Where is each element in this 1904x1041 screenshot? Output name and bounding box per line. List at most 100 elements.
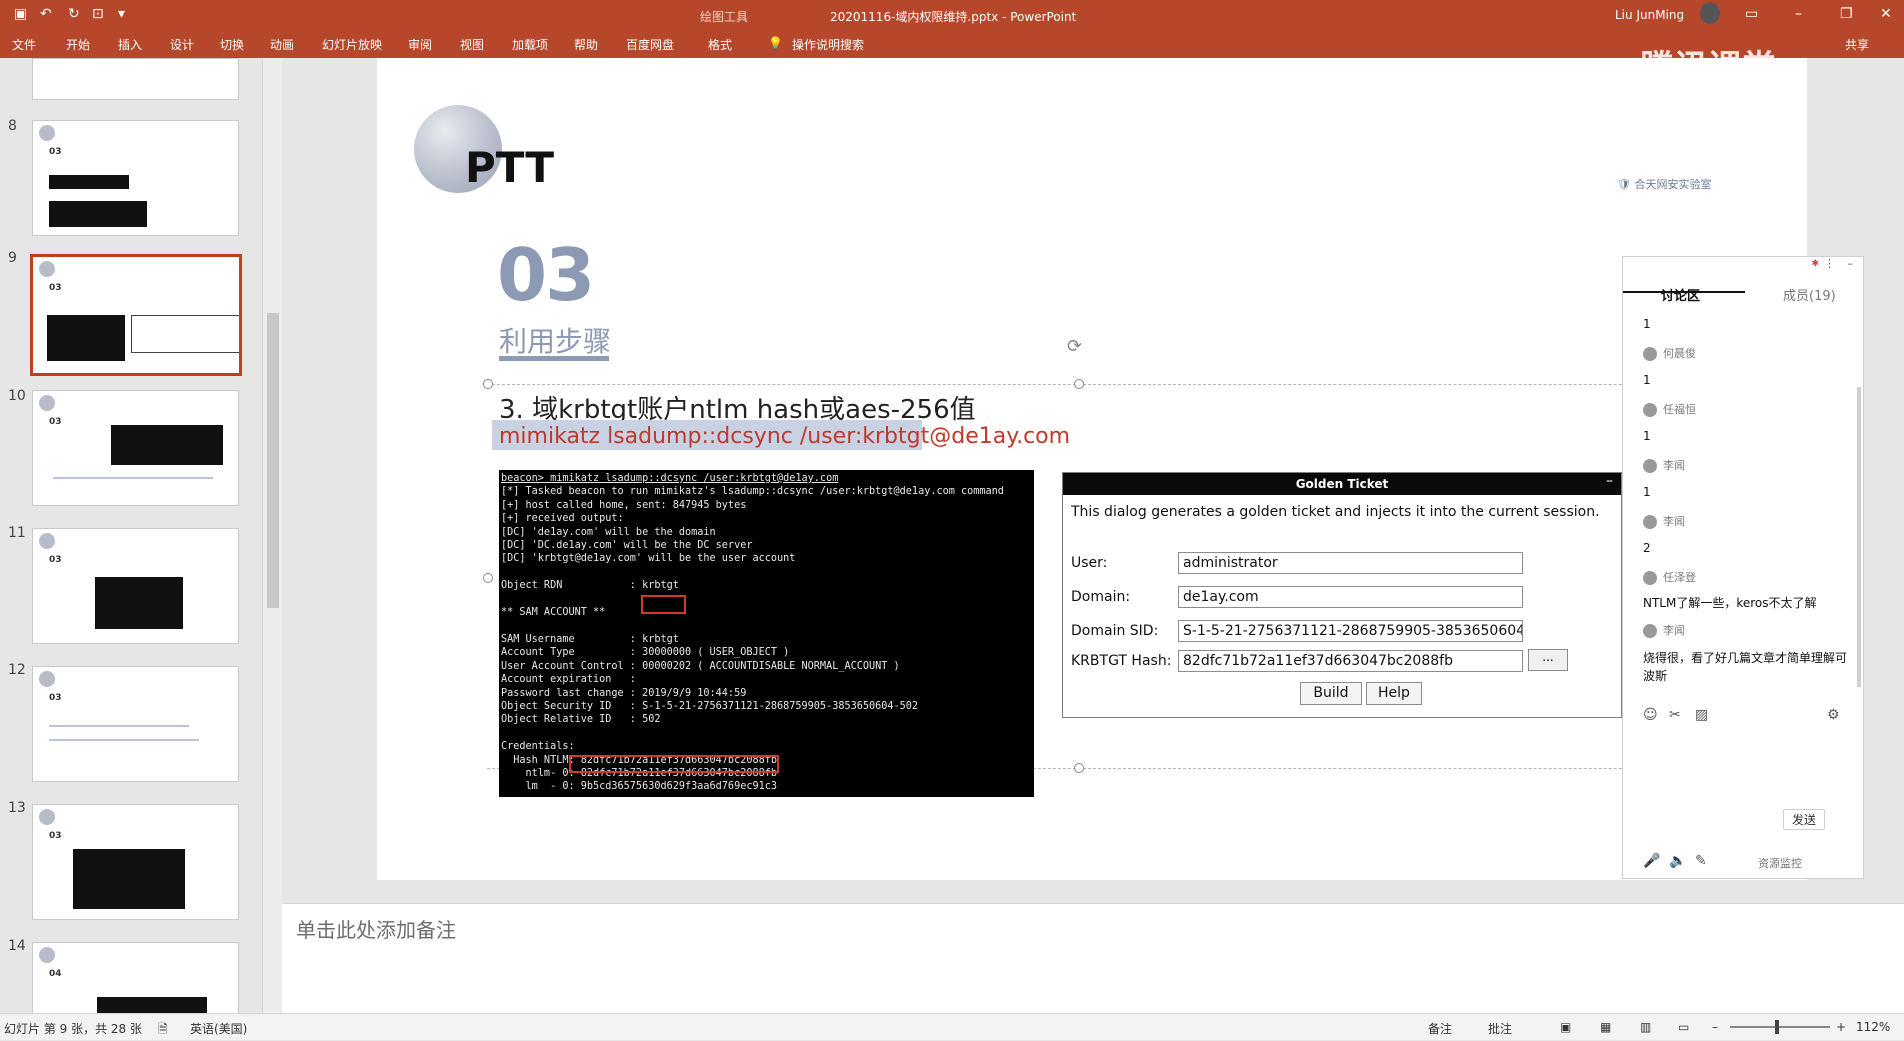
domain-sid-field[interactable]: S-1-5-21-2756371121-2868759905-385365060… <box>1178 620 1523 642</box>
emoji-icon[interactable]: ☺ <box>1643 707 1658 723</box>
chat-user-name: 李闻 <box>1663 459 1685 472</box>
chat-user: 李闻 <box>1643 622 1685 638</box>
user-name[interactable]: Liu JunMing <box>1615 8 1684 22</box>
tab-transitions[interactable]: 切换 <box>220 36 244 53</box>
microphone-icon[interactable]: 🎤 <box>1643 853 1660 869</box>
thumbnail-scrollbar[interactable] <box>262 58 282 1013</box>
customize-icon[interactable]: ▾ <box>118 6 125 22</box>
pin-icon[interactable]: ✱ <box>1811 259 1819 269</box>
thumbnail-slide-8[interactable]: 03 <box>32 120 239 236</box>
close-icon[interactable]: ✕ <box>1880 6 1892 22</box>
tab-insert[interactable]: 插入 <box>118 36 142 53</box>
zoom-level[interactable]: 112% <box>1856 1020 1890 1034</box>
thumbnail-slide-9[interactable]: 03 <box>30 254 242 376</box>
share-button[interactable]: 共享 <box>1845 36 1869 53</box>
tab-design[interactable]: 设计 <box>170 36 194 53</box>
thumbnail-slide-13[interactable]: 03 <box>32 804 239 920</box>
redo-icon[interactable]: ↻ <box>68 6 80 22</box>
thumb-logo-icon <box>39 947 55 963</box>
reading-view-icon[interactable]: ▥ <box>1640 1020 1651 1034</box>
thumb-logo-icon <box>39 809 55 825</box>
resize-handle[interactable] <box>483 379 493 389</box>
tab-help[interactable]: 帮助 <box>574 36 598 53</box>
thumbnail-slide-12[interactable]: 03 <box>32 666 239 782</box>
undo-icon[interactable]: ↶ <box>40 6 52 22</box>
resource-monitor[interactable]: 资源监控 <box>1758 855 1802 871</box>
chat-scrollbar[interactable] <box>1857 387 1861 687</box>
section-number[interactable]: 03 <box>497 233 595 317</box>
build-button[interactable]: Build <box>1300 682 1362 705</box>
brand-logo: 🛡 合天网安实验室 <box>1617 178 1712 191</box>
tab-review[interactable]: 审阅 <box>408 36 432 53</box>
thumb-terminal <box>97 997 207 1013</box>
chat-user: 任福恒 <box>1643 401 1696 417</box>
krbtgt-hash-field[interactable]: 82dfc71b72a11ef37d663047bc2088fb <box>1178 650 1523 672</box>
send-button[interactable]: 发送 <box>1783 809 1826 830</box>
present-icon[interactable]: ⊡ <box>92 6 104 22</box>
speaker-icon[interactable]: 🔈 <box>1669 853 1686 869</box>
zoom-slider[interactable] <box>1730 1026 1830 1028</box>
dialog-minimize-icon[interactable]: – <box>1606 473 1613 489</box>
chat-user-name: 李闻 <box>1663 624 1685 637</box>
scrollbar-thumb[interactable] <box>267 313 279 608</box>
avatar[interactable] <box>1700 2 1720 24</box>
thumb-logo-icon <box>39 533 55 549</box>
slide-sorter-icon[interactable]: ▦ <box>1600 1020 1611 1034</box>
tab-slideshow[interactable]: 幻灯片放映 <box>322 36 382 53</box>
tab-format[interactable]: 格式 <box>708 36 732 53</box>
tab-baidu[interactable]: 百度网盘 <box>626 36 674 53</box>
notes-placeholder[interactable]: 单击此处添加备注 <box>296 914 456 943</box>
browse-button[interactable]: ... <box>1528 649 1568 671</box>
thumb-text <box>49 725 189 727</box>
terminal-line: SAM Username : krbtgt <box>501 633 679 645</box>
settings-icon[interactable]: ⚙ <box>1827 707 1840 723</box>
user-label: User: <box>1071 555 1108 571</box>
tab-addins[interactable]: 加载项 <box>512 36 548 53</box>
scissors-icon[interactable]: ✂ <box>1669 707 1681 723</box>
more-icon[interactable]: ⋮ <box>1824 257 1835 270</box>
tab-discussion[interactable]: 讨论区 <box>1661 285 1700 304</box>
pen-icon[interactable]: ✎ <box>1695 853 1707 869</box>
thumbnail-slide-11[interactable]: 03 <box>32 528 239 644</box>
resize-handle[interactable] <box>483 573 493 583</box>
domain-field[interactable]: de1ay.com <box>1178 586 1523 608</box>
notes-button[interactable]: 备注 <box>1428 1020 1452 1037</box>
tab-file[interactable]: 文件 <box>12 36 36 53</box>
restore-icon[interactable]: ❐ <box>1840 6 1853 22</box>
thumb-section: 04 <box>49 969 62 979</box>
language-status[interactable]: 英语(美国) <box>190 1020 247 1037</box>
tell-me-search[interactable]: 操作说明搜索 <box>792 36 864 53</box>
slideshow-icon[interactable]: ▭ <box>1678 1020 1689 1034</box>
thumbnail-prev[interactable] <box>32 58 239 100</box>
command-text[interactable]: mimikatz lsadump::dcsync /user:krbtgt@de… <box>499 424 1070 449</box>
tab-members[interactable]: 成员(19) <box>1783 285 1836 304</box>
resize-handle[interactable] <box>1074 763 1084 773</box>
minimize-icon[interactable]: – <box>1795 6 1802 22</box>
tab-home[interactable]: 开始 <box>66 36 90 53</box>
thumbnail-slide-14[interactable]: 04 <box>32 942 239 1014</box>
resize-handle[interactable] <box>1074 379 1084 389</box>
ribbon-display-icon[interactable]: ▭ <box>1745 6 1758 22</box>
zoom-slider-thumb[interactable] <box>1775 1020 1779 1034</box>
terminal-line: [DC] 'de1ay.com' will be the domain <box>501 526 716 538</box>
save-icon[interactable]: ▣ <box>14 6 27 22</box>
user-field[interactable]: administrator <box>1178 552 1523 574</box>
image-icon[interactable]: ▨ <box>1695 707 1708 723</box>
slide-title[interactable]: PTT <box>465 143 554 192</box>
comments-button[interactable]: 批注 <box>1488 1020 1512 1037</box>
spellcheck-icon[interactable]: 🗎 <box>158 1020 168 1041</box>
avatar <box>1643 403 1657 417</box>
tab-animations[interactable]: 动画 <box>270 36 294 53</box>
rotate-icon[interactable]: ⟳ <box>1067 336 1082 357</box>
thumbnail-slide-10[interactable]: 03 <box>32 390 239 506</box>
normal-view-icon[interactable]: ▣ <box>1560 1020 1571 1034</box>
help-button[interactable]: Help <box>1366 682 1422 705</box>
zoom-in-icon[interactable]: + <box>1836 1020 1846 1034</box>
notes-pane[interactable]: 单击此处添加备注 <box>282 903 1904 1013</box>
zoom-out-icon[interactable]: – <box>1712 1020 1718 1034</box>
section-title[interactable]: 利用步骤 <box>499 320 611 360</box>
slide-canvas[interactable]: PTT 🛡 合天网安实验室 03 利用步骤 ⟳ 3. 域krbtgt账户ntlm… <box>377 58 1807 880</box>
tab-view[interactable]: 视图 <box>460 36 484 53</box>
minimize-panel-icon[interactable]: – <box>1848 257 1854 270</box>
